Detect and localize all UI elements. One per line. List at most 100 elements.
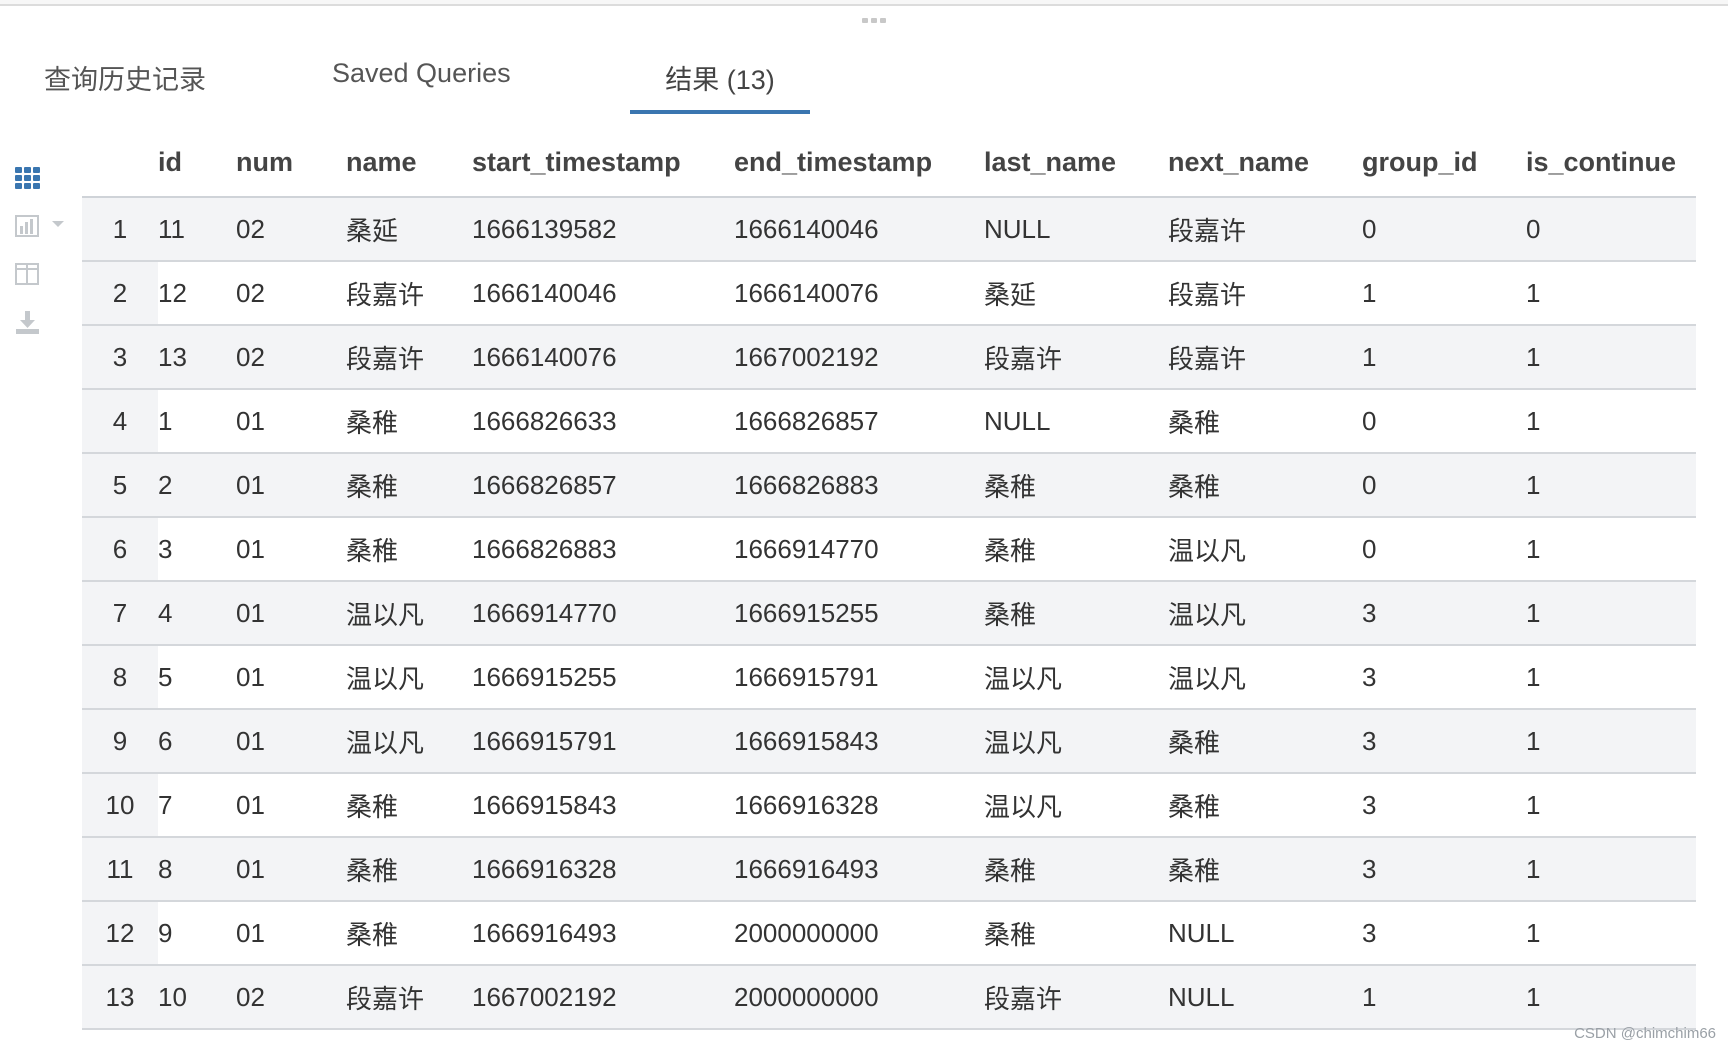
cell-last-name[interactable]: 桑稚 <box>984 517 1168 582</box>
table-row[interactable]: 10 7 01 桑稚 1666915843 1666916328 温以凡 桑稚 3 1 <box>82 773 1696 838</box>
row-number[interactable]: 11 <box>82 837 158 902</box>
cell-end-timestamp[interactable]: 1666826883 <box>734 453 984 518</box>
cell-num[interactable]: 01 <box>236 901 346 966</box>
column-header-is-continue[interactable]: is_continue <box>1526 128 1696 198</box>
cell-last-name[interactable]: 温以凡 <box>984 773 1168 838</box>
cell-next-name[interactable]: 温以凡 <box>1168 645 1362 710</box>
cell-group-id[interactable]: 3 <box>1362 837 1526 902</box>
cell-next-name[interactable]: NULL <box>1168 965 1362 1030</box>
column-header-next-name[interactable]: next_name <box>1168 128 1362 198</box>
cell-id[interactable]: 6 <box>158 709 236 774</box>
cell-last-name[interactable]: 温以凡 <box>984 645 1168 710</box>
cell-group-id[interactable]: 1 <box>1362 965 1526 1030</box>
cell-group-id[interactable]: 0 <box>1362 453 1526 518</box>
cell-id[interactable]: 12 <box>158 261 236 326</box>
cell-name[interactable]: 桑延 <box>346 197 472 262</box>
cell-name[interactable]: 桑稚 <box>346 453 472 518</box>
cell-is-continue[interactable]: 1 <box>1526 453 1696 518</box>
cell-last-name[interactable]: 桑稚 <box>984 837 1168 902</box>
cell-next-name[interactable]: 段嘉许 <box>1168 197 1362 262</box>
cell-is-continue[interactable]: 1 <box>1526 901 1696 966</box>
column-header-name[interactable]: name <box>346 128 472 198</box>
cell-end-timestamp[interactable]: 1666915255 <box>734 581 984 646</box>
cell-end-timestamp[interactable]: 1667002192 <box>734 325 984 390</box>
cell-start-timestamp[interactable]: 1666826633 <box>472 389 734 454</box>
table-row[interactable]: 9 6 01 温以凡 1666915791 1666915843 温以凡 桑稚 3 1 <box>82 709 1696 774</box>
cell-id[interactable]: 9 <box>158 901 236 966</box>
cell-name[interactable]: 桑稚 <box>346 837 472 902</box>
row-number[interactable]: 2 <box>82 261 158 326</box>
table-row[interactable]: 2 12 02 段嘉许 1666140046 1666140076 桑延 段嘉许 1 1 <box>82 261 1696 326</box>
cell-group-id[interactable]: 0 <box>1362 517 1526 582</box>
cell-name[interactable]: 温以凡 <box>346 581 472 646</box>
cell-next-name[interactable]: 温以凡 <box>1168 517 1362 582</box>
cell-name[interactable]: 温以凡 <box>346 645 472 710</box>
cell-num[interactable]: 01 <box>236 837 346 902</box>
cell-name[interactable]: 段嘉许 <box>346 325 472 390</box>
row-number[interactable]: 8 <box>82 645 158 710</box>
table-row[interactable]: 3 13 02 段嘉许 1666140076 1667002192 段嘉许 段嘉许 1 1 <box>82 325 1696 390</box>
cell-start-timestamp[interactable]: 1666915255 <box>472 645 734 710</box>
cell-num[interactable]: 01 <box>236 773 346 838</box>
row-number[interactable]: 13 <box>82 965 158 1030</box>
cell-last-name[interactable]: 段嘉许 <box>984 325 1168 390</box>
cell-last-name[interactable]: NULL <box>984 389 1168 454</box>
table-row[interactable]: 7 4 01 温以凡 1666914770 1666915255 桑稚 温以凡 3 1 <box>82 581 1696 646</box>
cell-last-name[interactable]: 桑稚 <box>984 581 1168 646</box>
table-row[interactable]: 6 3 01 桑稚 1666826883 1666914770 桑稚 温以凡 0 1 <box>82 517 1696 582</box>
row-number[interactable]: 3 <box>82 325 158 390</box>
cell-next-name[interactable]: 桑稚 <box>1168 453 1362 518</box>
cell-num[interactable]: 01 <box>236 581 346 646</box>
cell-id[interactable]: 3 <box>158 517 236 582</box>
cell-start-timestamp[interactable]: 1666139582 <box>472 197 734 262</box>
cell-next-name[interactable]: 桑稚 <box>1168 709 1362 774</box>
cell-group-id[interactable]: 3 <box>1362 709 1526 774</box>
grid-view-icon[interactable] <box>14 164 42 192</box>
cell-group-id[interactable]: 3 <box>1362 581 1526 646</box>
cell-next-name[interactable]: 段嘉许 <box>1168 325 1362 390</box>
table-row[interactable]: 5 2 01 桑稚 1666826857 1666826883 桑稚 桑稚 0 1 <box>82 453 1696 518</box>
cell-id[interactable]: 1 <box>158 389 236 454</box>
cell-start-timestamp[interactable]: 1666140076 <box>472 325 734 390</box>
cell-num[interactable]: 01 <box>236 709 346 774</box>
column-header-group-id[interactable]: group_id <box>1362 128 1526 198</box>
chart-icon[interactable] <box>14 212 42 240</box>
cell-end-timestamp[interactable]: 1666916328 <box>734 773 984 838</box>
cell-id[interactable]: 5 <box>158 645 236 710</box>
tab-results[interactable]: 结果 (13) <box>630 52 810 114</box>
column-header-num[interactable]: num <box>236 128 346 198</box>
cell-id[interactable]: 13 <box>158 325 236 390</box>
cell-name[interactable]: 桑稚 <box>346 389 472 454</box>
cell-start-timestamp[interactable]: 1666914770 <box>472 581 734 646</box>
cell-last-name[interactable]: 桑延 <box>984 261 1168 326</box>
table-row[interactable]: 12 9 01 桑稚 1666916493 2000000000 桑稚 NULL 3 1 <box>82 901 1696 966</box>
cell-is-continue[interactable]: 1 <box>1526 517 1696 582</box>
row-number[interactable]: 9 <box>82 709 158 774</box>
cell-num[interactable]: 02 <box>236 197 346 262</box>
cell-last-name[interactable]: 段嘉许 <box>984 965 1168 1030</box>
cell-start-timestamp[interactable]: 1666826883 <box>472 517 734 582</box>
cell-next-name[interactable]: 桑稚 <box>1168 837 1362 902</box>
cell-id[interactable]: 4 <box>158 581 236 646</box>
column-header-end-timestamp[interactable]: end_timestamp <box>734 128 984 198</box>
column-header-last-name[interactable]: last_name <box>984 128 1168 198</box>
cell-name[interactable]: 温以凡 <box>346 709 472 774</box>
cell-num[interactable]: 01 <box>236 389 346 454</box>
cell-end-timestamp[interactable]: 1666140076 <box>734 261 984 326</box>
table-row[interactable]: 11 8 01 桑稚 1666916328 1666916493 桑稚 桑稚 3 1 <box>82 837 1696 902</box>
cell-is-continue[interactable]: 1 <box>1526 581 1696 646</box>
table-row[interactable]: 1 11 02 桑延 1666139582 1666140046 NULL 段嘉许 0 0 <box>82 197 1696 262</box>
chevron-down-icon[interactable] <box>50 216 66 232</box>
cell-group-id[interactable]: 1 <box>1362 325 1526 390</box>
cell-is-continue[interactable]: 1 <box>1526 965 1696 1030</box>
cell-group-id[interactable]: 3 <box>1362 773 1526 838</box>
cell-next-name[interactable]: NULL <box>1168 901 1362 966</box>
cell-name[interactable]: 段嘉许 <box>346 261 472 326</box>
row-number[interactable]: 5 <box>82 453 158 518</box>
row-number[interactable]: 7 <box>82 581 158 646</box>
cell-next-name[interactable]: 桑稚 <box>1168 389 1362 454</box>
cell-is-continue[interactable]: 1 <box>1526 261 1696 326</box>
cell-start-timestamp[interactable]: 1666140046 <box>472 261 734 326</box>
cell-num[interactable]: 01 <box>236 645 346 710</box>
cell-end-timestamp[interactable]: 2000000000 <box>734 965 984 1030</box>
